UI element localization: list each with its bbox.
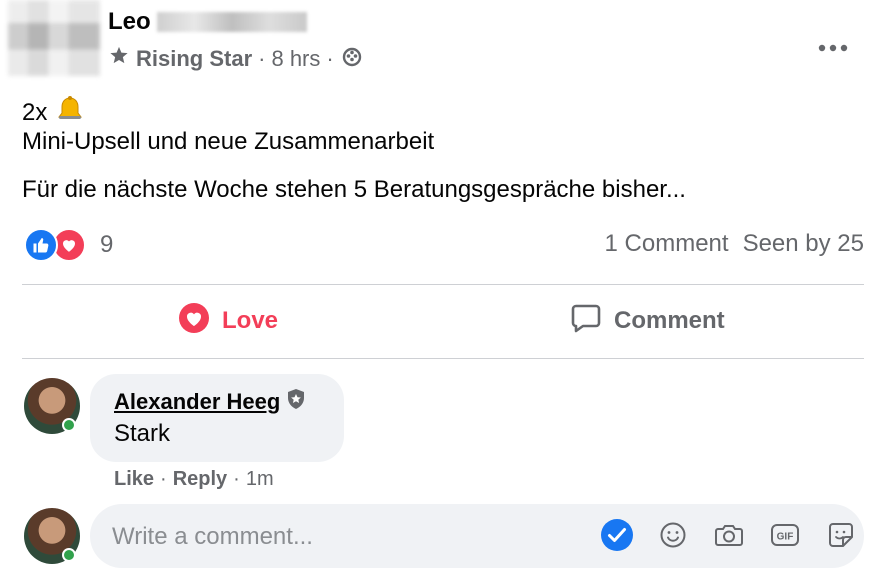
divider (22, 284, 864, 285)
comment-author[interactable]: Alexander Heeg (114, 388, 306, 416)
comment-button-label: Comment (614, 307, 725, 334)
badge-label[interactable]: Rising Star (136, 46, 252, 72)
separator: · (160, 468, 167, 490)
svg-text:GIF: GIF (777, 532, 794, 543)
divider (22, 358, 864, 359)
group-audience-icon[interactable] (340, 44, 364, 74)
post-line-1: 2x (22, 94, 85, 131)
love-button[interactable]: Love (178, 300, 278, 342)
speech-bubble-icon (570, 302, 602, 341)
separator: · (233, 468, 240, 490)
author-name[interactable]: Leo (108, 8, 151, 36)
post-line-3: Für die nächste Woche stehen 5 Beratungs… (22, 176, 686, 203)
comment-button[interactable]: Comment (570, 300, 725, 342)
post-stats: 1 Comment Seen by 25 (605, 230, 864, 258)
online-status-dot (62, 548, 76, 562)
seen-by-link[interactable]: Seen by 25 (743, 230, 864, 258)
bell-icon (55, 94, 85, 131)
online-status-dot (62, 418, 76, 432)
post-author[interactable]: Leo (108, 8, 307, 36)
submit-check-icon[interactable] (600, 518, 634, 552)
camera-icon[interactable] (712, 518, 746, 552)
shield-badge-icon[interactable] (286, 388, 306, 416)
meta-separator: · (258, 46, 266, 71)
post-line-2: Mini-Upsell und neue Zusammenarbeit (22, 128, 435, 155)
post-meta: Rising Star · 8 hrs · (108, 44, 364, 74)
comment-author-name[interactable]: Alexander Heeg (114, 389, 280, 415)
author-avatar[interactable] (8, 0, 100, 76)
ellipsis-icon (818, 44, 848, 52)
star-badge-icon (108, 45, 130, 73)
author-name-redacted (156, 12, 307, 32)
comment-reply-button[interactable]: Reply (173, 468, 227, 491)
comment-time[interactable]: 1m (246, 468, 274, 491)
comment-text: Stark (114, 420, 171, 447)
post-line-1-text: 2x (22, 98, 48, 126)
comment-count-link[interactable]: 1 Comment (605, 230, 729, 258)
post-time[interactable]: 8 hrs (271, 46, 320, 72)
sticker-icon[interactable] (824, 518, 858, 552)
composer-tools: GIF (600, 518, 858, 552)
comment-input[interactable] (112, 520, 582, 554)
heart-icon (178, 302, 210, 341)
comment-actions: Like · Reply · 1m (114, 468, 274, 491)
reactions-summary[interactable]: 9 (24, 228, 113, 262)
love-button-label: Love (222, 307, 279, 334)
comment-like-button[interactable]: Like (114, 468, 154, 491)
meta-separator: · (326, 46, 334, 71)
emoji-icon[interactable] (656, 518, 690, 552)
gif-icon[interactable]: GIF (768, 518, 802, 552)
reaction-count[interactable]: 9 (100, 231, 113, 259)
like-reaction-icon (24, 228, 58, 262)
more-options-button[interactable] (818, 28, 848, 59)
